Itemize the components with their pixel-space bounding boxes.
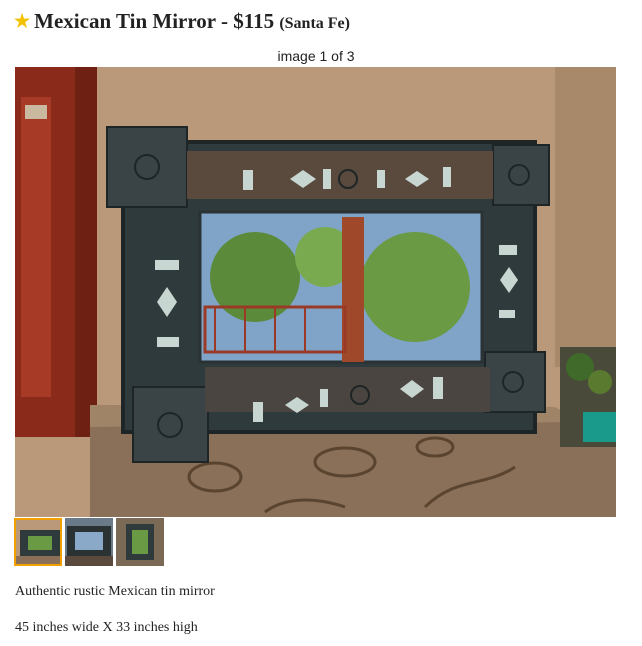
thumbnail-1[interactable] xyxy=(14,518,62,566)
thumbnail-2-image xyxy=(65,518,113,566)
listing-location: (Santa Fe) xyxy=(279,15,350,32)
main-listing-image[interactable] xyxy=(15,67,616,517)
image-counter: image 1 of 3 xyxy=(277,48,355,64)
thumbnail-3[interactable] xyxy=(116,518,164,566)
description-line-2: 45 inches wide X 33 inches high xyxy=(15,620,198,635)
listing-title-row: ★ Mexican Tin Mirror - $115 (Santa Fe) xyxy=(14,9,350,34)
thumbnail-3-image xyxy=(116,518,164,566)
mirror-photo xyxy=(15,67,616,517)
thumbnail-1-image xyxy=(16,520,60,564)
star-icon[interactable]: ★ xyxy=(14,11,30,31)
description-line-1: Authentic rustic Mexican tin mirror xyxy=(15,584,215,599)
listing-title: Mexican Tin Mirror - $115 xyxy=(34,9,275,33)
thumbnail-2[interactable] xyxy=(65,518,113,566)
